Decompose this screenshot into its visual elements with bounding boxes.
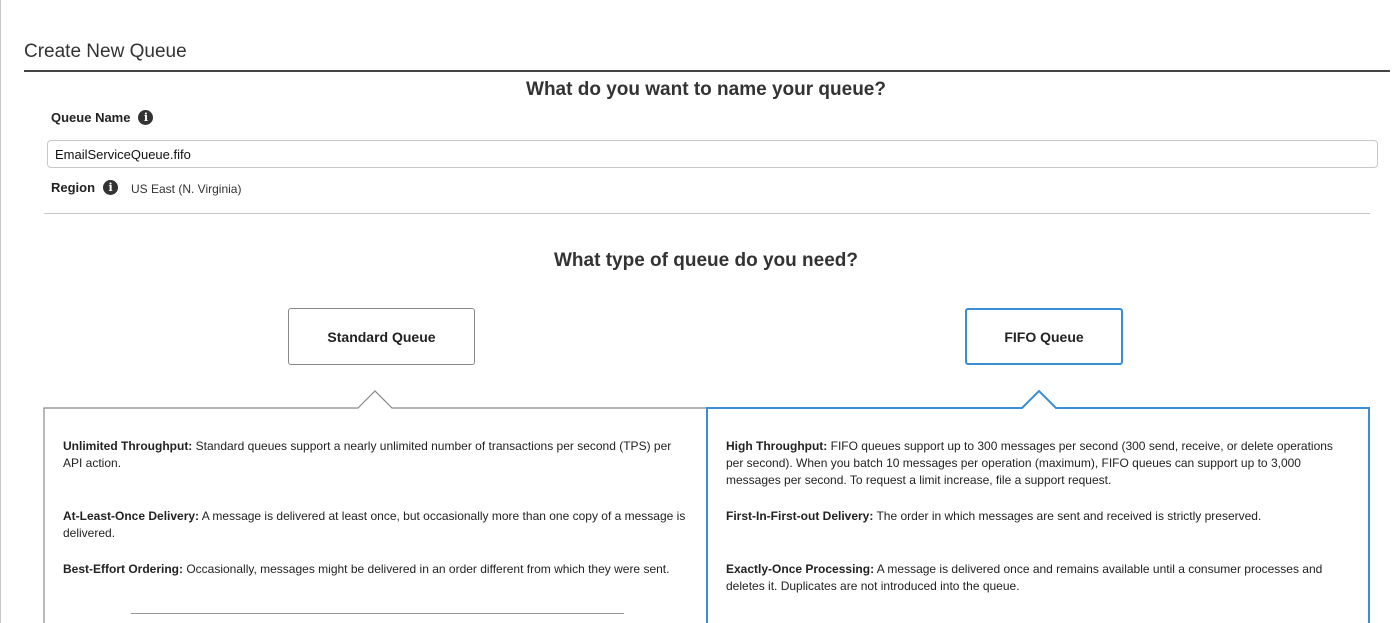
region-label-row: Region i	[51, 180, 119, 195]
fifo-feature-processing: Exactly-Once Processing: A message is de…	[726, 562, 1323, 593]
standard-feature-delivery: At-Least-Once Delivery: A message is del…	[63, 509, 686, 540]
standard-panel-divider	[131, 613, 624, 614]
type-section-heading: What type of queue do you need?	[554, 250, 858, 271]
name-section-heading: What do you want to name your queue?	[526, 79, 886, 100]
standard-feature-ordering: Best-Effort Ordering: Occasionally, mess…	[63, 562, 670, 576]
queue-name-label-row: Queue Name i	[51, 110, 154, 125]
queue-name-input[interactable]	[47, 140, 1378, 168]
queue-name-label: Queue Name	[51, 110, 131, 125]
standard-queue-button[interactable]: Standard Queue	[288, 308, 475, 365]
standard-panel-border	[43, 390, 707, 623]
info-icon[interactable]: i	[103, 180, 119, 195]
region-value: US East (N. Virginia)	[131, 182, 242, 196]
fifo-feature-throughput: High Throughput: FIFO queues support up …	[726, 439, 1333, 487]
info-icon[interactable]: i	[138, 110, 154, 125]
fifo-feature-delivery: First-In-First-out Delivery: The order i…	[726, 509, 1262, 523]
section-divider	[44, 213, 1370, 214]
title-divider	[24, 70, 1390, 72]
standard-feature-throughput: Unlimited Throughput: Standard queues su…	[63, 439, 672, 470]
page-title: Create New Queue	[24, 41, 187, 62]
region-label: Region	[51, 180, 96, 195]
fifo-queue-button[interactable]: FIFO Queue	[965, 308, 1123, 365]
